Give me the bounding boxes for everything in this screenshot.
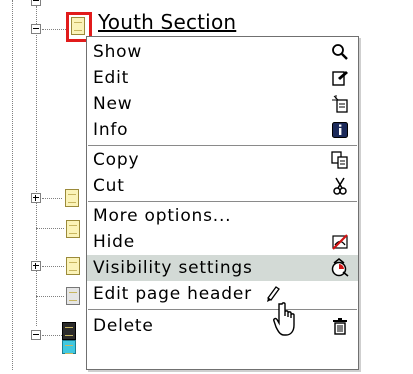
edit-page-icon: [328, 67, 352, 89]
menu-item-delete[interactable]: Delete: [87, 313, 358, 339]
page-icon[interactable]: [66, 287, 80, 305]
copy-icon: [328, 149, 352, 171]
visibility-icon: [328, 257, 352, 279]
menu-item-label: Hide: [93, 232, 135, 252]
menu-item-label: Info: [93, 120, 129, 140]
menu-item-label: Edit page header: [93, 284, 252, 304]
menu-item-edit-page-header[interactable]: Edit page header: [87, 281, 358, 307]
menu-separator: [88, 309, 357, 310]
trash-icon: [328, 315, 352, 337]
tree-hline: [36, 296, 64, 297]
menu-item-visibility-settings[interactable]: Visibility settings: [87, 255, 358, 281]
hand-cursor-icon: [270, 302, 300, 342]
page-icon[interactable]: [62, 340, 76, 354]
tree-hline: [42, 29, 68, 30]
tree-node-label-youth-section[interactable]: Youth Section: [98, 10, 236, 34]
menu-item-show[interactable]: Show: [87, 39, 358, 65]
menu-separator: [88, 145, 357, 146]
tree-hline: [42, 335, 62, 336]
menu-item-label: Show: [93, 42, 143, 62]
scissors-icon: [328, 175, 352, 197]
page-icon[interactable]: [66, 257, 80, 275]
tree-vline-root: [36, 6, 37, 326]
magnifier-icon: [328, 41, 352, 63]
tree-expander-child-3[interactable]: [31, 330, 41, 340]
menu-separator: [88, 201, 357, 202]
tree-vline-left: [12, 0, 13, 370]
context-menu: Show Edit New Info Copy Cut More options…: [86, 36, 359, 370]
menu-item-info[interactable]: Info: [87, 117, 358, 143]
tree-hline: [42, 198, 62, 199]
tree-expander-child-1[interactable]: [31, 193, 41, 203]
page-icon[interactable]: [66, 220, 80, 238]
menu-item-more-options[interactable]: More options...: [87, 203, 358, 229]
menu-item-label: New: [93, 94, 133, 114]
menu-item-label: Visibility settings: [93, 258, 253, 278]
tree-expander-youth-section[interactable]: [31, 24, 41, 34]
page-link-icon[interactable]: [65, 189, 79, 207]
menu-item-label: Cut: [93, 176, 125, 196]
menu-item-cut[interactable]: Cut: [87, 173, 358, 199]
menu-item-hide[interactable]: Hide: [87, 229, 358, 255]
menu-item-copy[interactable]: Copy: [87, 147, 358, 173]
menu-item-label: Edit: [93, 68, 130, 88]
menu-item-label: Copy: [93, 150, 140, 170]
new-page-icon: [328, 93, 352, 115]
tree-hline: [42, 266, 64, 267]
empty-icon-slot: [328, 205, 352, 227]
hide-icon: [328, 231, 352, 253]
info-icon: [328, 119, 352, 141]
tree-expander-child-2[interactable]: [31, 261, 41, 271]
menu-item-edit[interactable]: Edit: [87, 65, 358, 91]
menu-item-new[interactable]: New: [87, 91, 358, 117]
page-icon[interactable]: [62, 322, 76, 340]
menu-item-label: More options...: [93, 206, 232, 226]
tree-hline: [36, 228, 64, 229]
